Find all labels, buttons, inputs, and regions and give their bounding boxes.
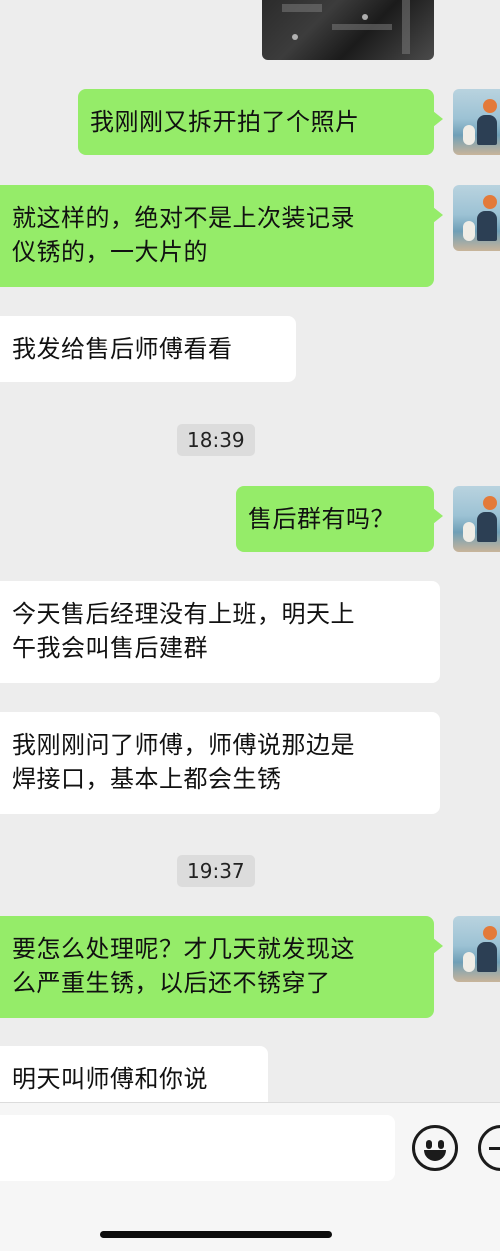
message-text: 就这样的，绝对不是上次装记录 (12, 204, 355, 232)
chat-history[interactable]: 我刚刚又拆开拍了个照片 就这样的，绝对不是上次装记录 仪锈的，一大片的 我发给售… (0, 0, 500, 1102)
message-bubble-outgoing[interactable]: 售后群有吗？ (236, 486, 443, 552)
message-text: 售后群有吗？ (248, 505, 395, 533)
photo-message[interactable] (262, 0, 434, 60)
message-text: 我刚刚问了师傅，师傅说那边是 (12, 731, 355, 759)
message-text: 要怎么处理呢？才几天就发现这 (12, 935, 355, 963)
message-bubble-incoming[interactable]: 我发给售后师傅看看 (0, 316, 296, 382)
message-input[interactable] (0, 1115, 395, 1181)
message-bubble-incoming[interactable]: 今天售后经理没有上班，明天上 午我会叫售后建群 (0, 581, 440, 683)
smiley-face-icon[interactable] (412, 1125, 458, 1171)
message-bubble-incoming[interactable]: 我刚刚问了师傅，师傅说那边是 焊接口，基本上都会生锈 (0, 712, 440, 814)
home-indicator[interactable] (100, 1231, 332, 1238)
my-avatar[interactable] (453, 89, 500, 155)
message-text: 仪锈的，一大片的 (12, 238, 208, 266)
message-text: 我发给售后师傅看看 (12, 335, 233, 363)
message-text: 今天售后经理没有上班，明天上 (12, 600, 355, 628)
message-text: 明天叫师傅和你说 (12, 1065, 208, 1093)
timestamp: 19:37 (177, 855, 255, 887)
my-avatar[interactable] (453, 185, 500, 251)
message-text: 午我会叫售后建群 (12, 634, 208, 662)
input-bar (0, 1102, 500, 1251)
message-text: 焊接口，基本上都会生锈 (12, 765, 282, 793)
message-bubble-outgoing[interactable]: 要怎么处理呢？才几天就发现这 么严重生锈，以后还不锈穿了 (0, 916, 443, 1018)
message-bubble-outgoing[interactable]: 就这样的，绝对不是上次装记录 仪锈的，一大片的 (0, 185, 443, 287)
plus-circle-icon[interactable] (478, 1125, 500, 1171)
message-text: 我刚刚又拆开拍了个照片 (90, 108, 360, 136)
timestamp: 18:39 (177, 424, 255, 456)
my-avatar[interactable] (453, 916, 500, 982)
message-text: 么严重生锈，以后还不锈穿了 (12, 969, 331, 997)
my-avatar[interactable] (453, 486, 500, 552)
message-bubble-outgoing[interactable]: 我刚刚又拆开拍了个照片 (78, 89, 443, 155)
message-bubble-incoming[interactable]: 明天叫师傅和你说 (0, 1046, 268, 1102)
